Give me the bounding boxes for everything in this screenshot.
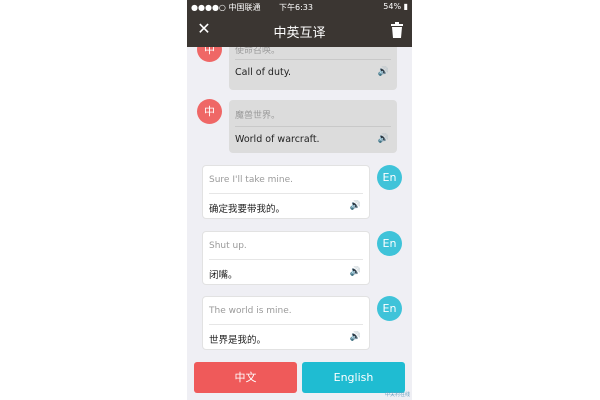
zh-avatar-icon: 中 — [197, 99, 222, 124]
en-avatar-icon: En — [377, 296, 402, 321]
divider — [235, 59, 391, 60]
speaker-icon[interactable]: 🔊 — [378, 134, 389, 144]
trash-icon[interactable] — [390, 22, 404, 38]
page-title: 中英互译 — [273, 26, 326, 41]
divider — [209, 324, 363, 325]
en-avatar-icon: En — [377, 165, 402, 190]
chinese-button[interactable]: 中文 — [194, 362, 297, 393]
battery-percent: 54% — [383, 2, 402, 11]
source-text: Shut up. — [209, 241, 247, 251]
message-bubble[interactable]: The world is mine. 世界是我的。 🔊 — [202, 296, 370, 350]
zh-avatar-icon: 中 — [197, 47, 222, 62]
watermark: 中关村在线 — [384, 392, 410, 398]
source-text: Sure I'll take mine. — [209, 175, 294, 185]
message-bubble[interactable]: 魔兽世界。 World of warcraft. 🔊 — [229, 100, 397, 153]
source-text: 使命召唤。 — [235, 47, 281, 56]
translation-text: 世界是我的。 — [209, 335, 267, 346]
translation-text: World of warcraft. — [235, 134, 320, 145]
message-bubble[interactable]: Shut up. 闭嘴。 🔊 — [202, 231, 370, 285]
divider — [235, 126, 391, 127]
battery-label: 54% ▮ — [383, 2, 408, 11]
translation-text: Call of duty. — [235, 67, 291, 78]
divider — [209, 193, 363, 194]
divider — [209, 259, 363, 260]
speaker-icon[interactable]: 🔊 — [350, 267, 361, 277]
message-bubble[interactable]: Sure I'll take mine. 确定我要带我的。 🔊 — [202, 165, 370, 219]
translation-text: 闭嘴。 — [209, 270, 238, 281]
speaker-icon[interactable]: 🔊 — [350, 201, 361, 211]
source-text: 魔兽世界。 — [235, 111, 281, 121]
speaker-icon[interactable]: 🔊 — [378, 67, 389, 77]
translation-text: 确定我要带我的。 — [209, 204, 286, 215]
nav-bar: ✕ 中英互译 — [187, 14, 412, 47]
bottom-bar: 中文 English 中关村在线 — [187, 359, 412, 400]
conversation-list[interactable]: 中 使命召唤。 Call of duty. 🔊 中 魔兽世界。 World of… — [187, 47, 412, 359]
phone-screen: ●●●●○ 中国联通 下午6:33 54% ▮ ✕ 中英互译 中 使命召唤。 C… — [187, 0, 412, 400]
carrier-label: ●●●●○ 中国联通 — [191, 3, 261, 12]
source-text: The world is mine. — [209, 306, 292, 316]
clock: 下午6:33 — [279, 3, 313, 12]
english-button[interactable]: English — [302, 362, 405, 393]
status-bar: ●●●●○ 中国联通 下午6:33 54% ▮ — [187, 0, 412, 14]
speaker-icon[interactable]: 🔊 — [350, 332, 361, 342]
message-bubble[interactable]: 使命召唤。 Call of duty. 🔊 — [229, 47, 397, 90]
en-avatar-icon: En — [377, 231, 402, 256]
